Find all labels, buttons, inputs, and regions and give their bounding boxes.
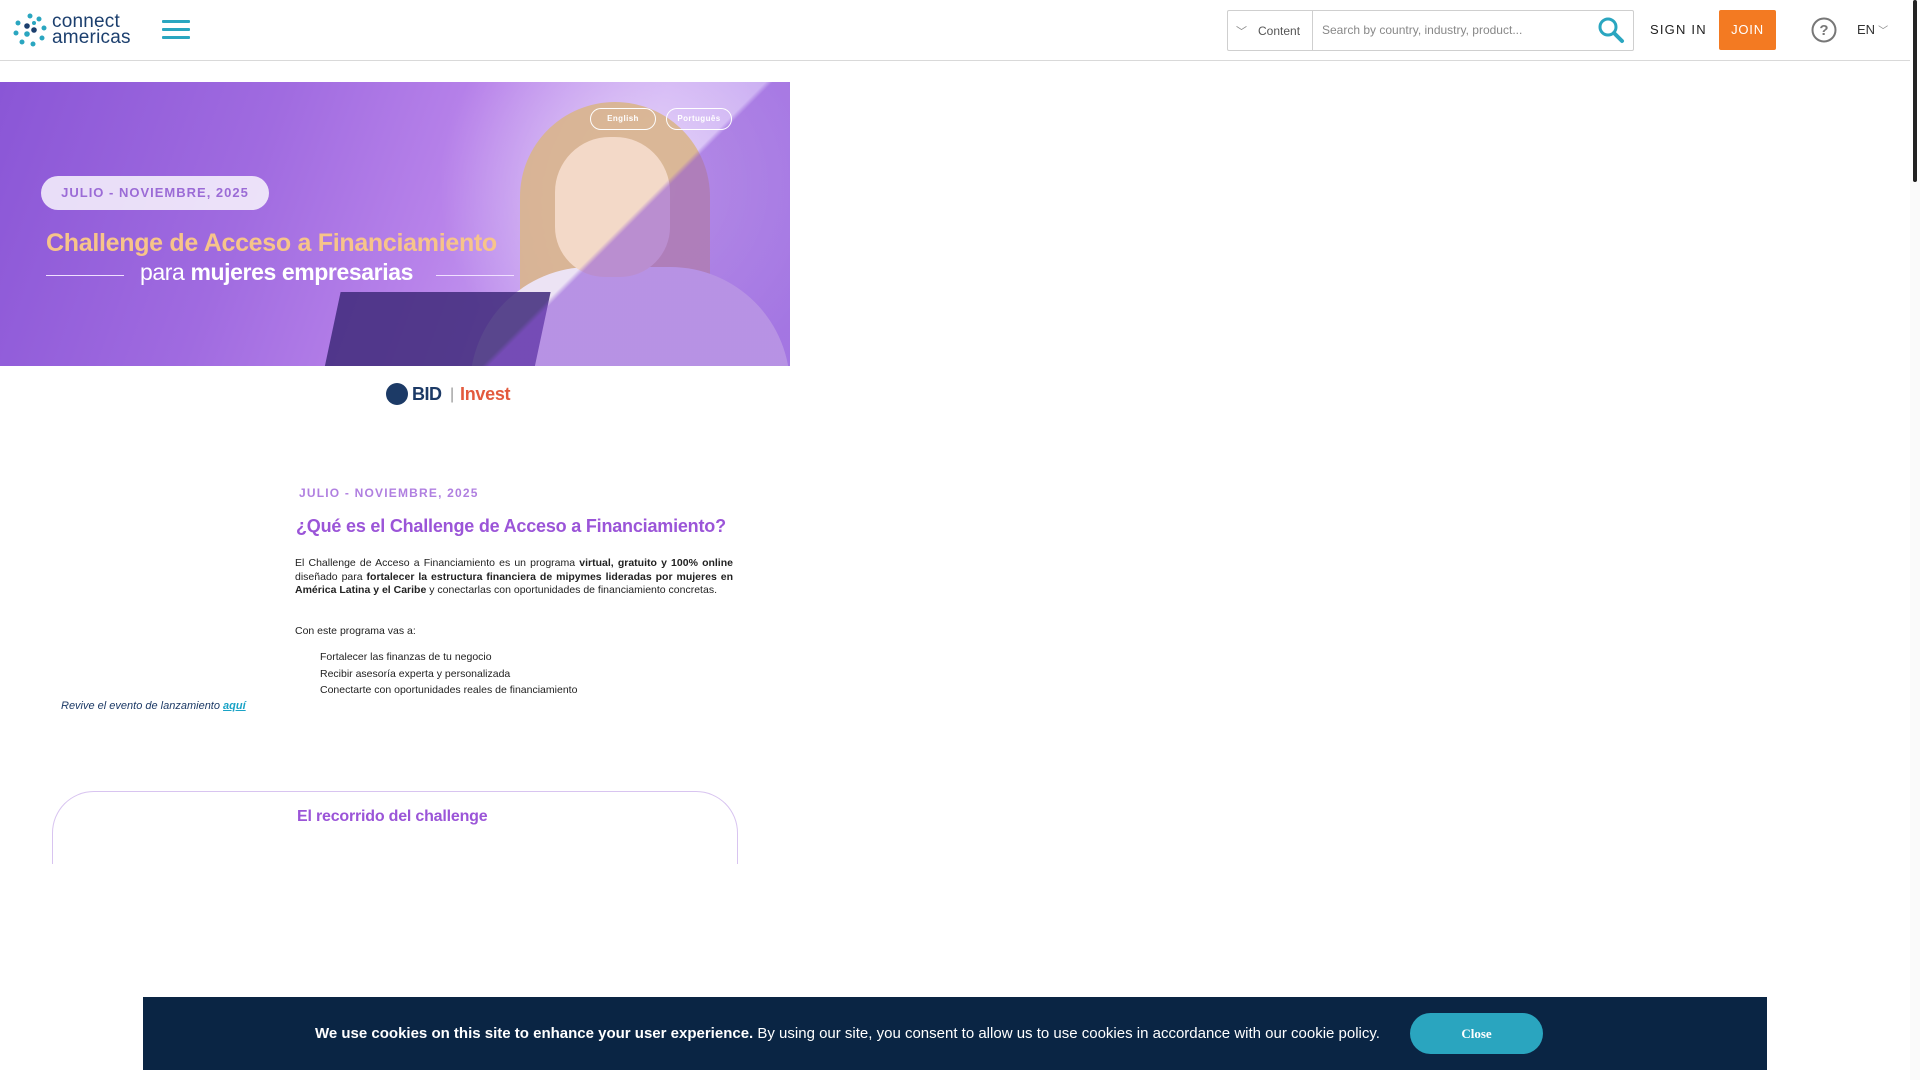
- revive-launch-text: Revive el evento de lanzamiento aquí: [61, 700, 246, 712]
- language-selector[interactable]: EN ﹀: [1857, 22, 1888, 37]
- para-text-2: diseñado para: [295, 570, 367, 583]
- sign-in-link[interactable]: SIGN IN: [1650, 22, 1707, 37]
- help-icon: ?: [1811, 17, 1837, 43]
- language-portuguese-button[interactable]: Português: [666, 108, 732, 130]
- cookie-banner: We use cookies on this site to enhance y…: [143, 997, 1767, 1070]
- revive-label: Revive el evento de lanzamiento: [61, 700, 224, 712]
- content-select-label: Content: [1258, 24, 1301, 38]
- logo-dots-icon: [13, 13, 47, 47]
- cookie-message-bold: We use cookies on this site to enhance y…: [315, 1025, 754, 1042]
- search-icon: [1598, 17, 1624, 43]
- content-type-select[interactable]: ﹀ Content: [1228, 11, 1313, 50]
- para-text-1: El Challenge de Acceso a Financiamiento …: [295, 557, 580, 569]
- top-navigation-bar: connect americas ﹀ Content SIGN IN JOIN …: [0, 0, 1910, 61]
- language-english-button[interactable]: English: [590, 108, 656, 130]
- search-button[interactable]: [1596, 15, 1626, 45]
- language-label: EN: [1857, 22, 1876, 37]
- para-text-3: y conectarlas con oportunidades de finan…: [426, 584, 717, 596]
- list-item: Conectarte con oportunidades reales de f…: [320, 684, 578, 696]
- cookie-message: We use cookies on this site to enhance y…: [315, 1025, 1380, 1042]
- chevron-down-icon: ﹀: [1236, 26, 1247, 38]
- svg-text:?: ?: [1819, 22, 1828, 39]
- logo-separator: |: [450, 386, 455, 403]
- about-paragraph: El Challenge de Acceso a Financiamiento …: [295, 557, 733, 598]
- bid-logo-text: BID: [412, 384, 442, 404]
- section-date-kicker: JULIO - NOVIEMBRE, 2025: [299, 486, 479, 500]
- launch-event-link[interactable]: aquí: [223, 700, 246, 712]
- journey-fade: [40, 864, 750, 994]
- search-bar: ﹀ Content: [1227, 10, 1634, 51]
- benefits-list: Fortalecer las finanzas de tu negocio Re…: [320, 651, 577, 701]
- hero-subtitle: para mujeres empresarias: [140, 259, 413, 286]
- logo-text-americas: americas: [52, 27, 131, 48]
- journey-title: El recorrido del challenge: [297, 808, 488, 825]
- hero-divider-left: [46, 275, 124, 276]
- help-button[interactable]: ?: [1811, 17, 1837, 43]
- cookie-close-button[interactable]: Close: [1410, 1013, 1543, 1054]
- invest-logo-text: Invest: [460, 384, 511, 404]
- benefits-lead: Con este programa vas a:: [295, 625, 416, 637]
- scrollbar-thumb[interactable]: [1913, 0, 1917, 182]
- hero-date-badge: JULIO - NOVIEMBRE, 2025: [41, 176, 269, 210]
- logo-wordmark: connect americas: [52, 12, 131, 48]
- para-bold-1: virtual, gratuito y 100% online: [579, 557, 733, 569]
- bid-globe-icon: [386, 383, 408, 405]
- hero-banner: English Português JULIO - NOVIEMBRE, 202…: [0, 82, 790, 366]
- connect-americas-logo[interactable]: connect americas: [12, 12, 138, 50]
- about-heading: ¿Qué es el Challenge de Acceso a Financi…: [296, 516, 726, 536]
- chevron-down-icon: ﹀: [1878, 26, 1889, 37]
- search-input[interactable]: [1314, 12, 1600, 47]
- join-button[interactable]: JOIN: [1719, 10, 1776, 50]
- hamburger-menu-icon[interactable]: [162, 20, 190, 40]
- list-item: Fortalecer las finanzas de tu negocio: [320, 651, 492, 663]
- hero-subtitle-pre: para: [140, 259, 185, 285]
- hero-divider-right: [436, 275, 514, 276]
- hero-title: Challenge de Acceso a Financiamiento: [46, 229, 497, 257]
- list-item: Recibir asesoría experta y personalizada: [320, 667, 511, 680]
- cookie-message-text: By using our site, you consent to allow …: [753, 1025, 1380, 1042]
- hero-subtitle-bold: mujeres empresarias: [190, 259, 413, 285]
